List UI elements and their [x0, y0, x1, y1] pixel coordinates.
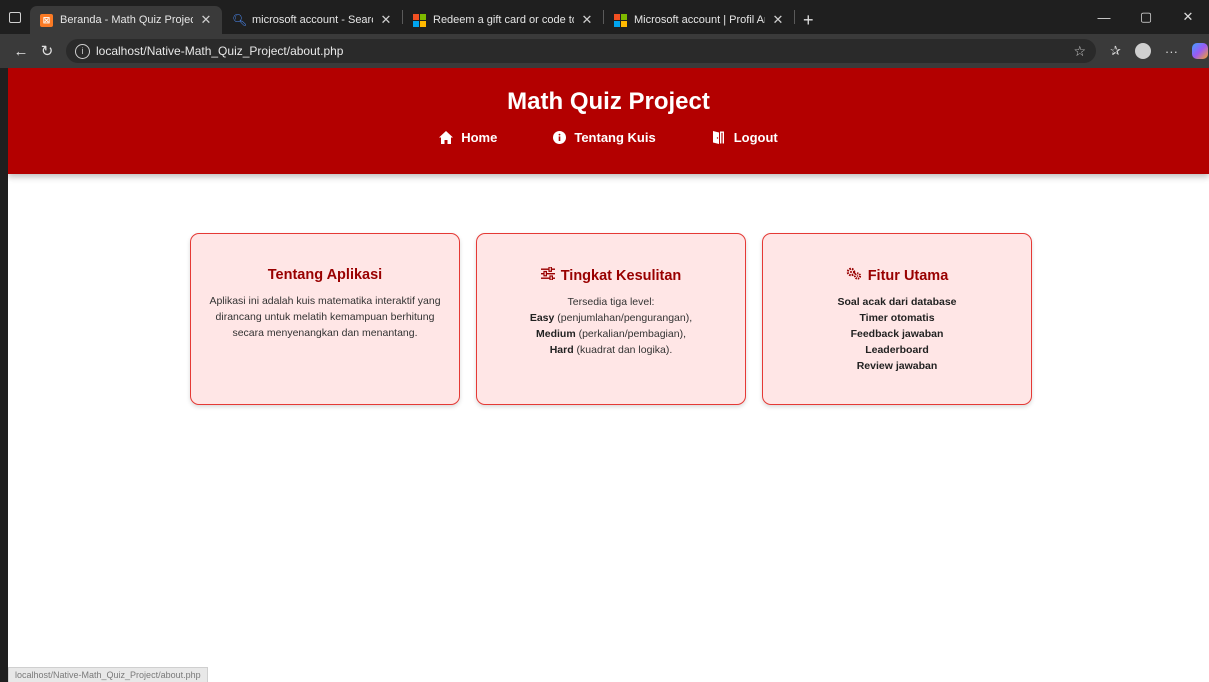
door-open-icon [712, 131, 726, 144]
card-title: Tingkat Kesulitan [477, 266, 745, 284]
nav-logout-link[interactable]: Logout [712, 130, 778, 145]
level-hard-desc: (kuadrat dan logika). [573, 344, 673, 356]
info-circle-icon [553, 131, 567, 144]
list-item: Review jawaban [856, 360, 938, 372]
search-icon: 🔍︎ [232, 13, 248, 27]
profile-avatar-icon[interactable] [1134, 43, 1151, 59]
levels-intro: Tersedia tiga level: [567, 296, 655, 308]
favorite-star-icon[interactable]: ☆ [1073, 43, 1086, 60]
link-status-bar: localhost/Native-Math_Quiz_Project/about… [8, 667, 208, 682]
close-icon[interactable]: ✕ [380, 12, 392, 28]
page-viewport: Math Quiz Project Home Tentang Kuis Logo… [8, 68, 1209, 682]
close-icon[interactable]: ✕ [581, 12, 593, 28]
card-about-app: Tentang Aplikasi Aplikasi ini adalah kui… [190, 233, 460, 405]
close-window-icon[interactable]: ✕ [1167, 0, 1209, 34]
xampp-icon: ⊠ [40, 13, 53, 27]
card-difficulty: Tingkat Kesulitan Tersedia tiga level: E… [476, 233, 746, 405]
card-text: Aplikasi ini adalah kuis matematika inte… [209, 295, 441, 339]
tab-label: Beranda - Math Quiz Project [60, 14, 193, 26]
address-bar[interactable]: i localhost/Native-Math_Quiz_Project/abo… [66, 39, 1096, 63]
nav-about-link[interactable]: Tentang Kuis [553, 130, 656, 145]
address-url: localhost/Native-Math_Quiz_Project/about… [96, 44, 344, 58]
tab-label: microsoft account - Search [252, 14, 373, 26]
new-tab-button[interactable]: + [795, 6, 822, 34]
level-medium-desc: (perkalian/pembagian), [575, 328, 686, 340]
restore-icon[interactable]: ▢ [1125, 0, 1167, 34]
site-header: Math Quiz Project Home Tentang Kuis Logo… [8, 68, 1209, 174]
level-medium: Medium [536, 328, 576, 340]
browser-tab-bar: ⊠ Beranda - Math Quiz Project ✕ 🔍︎ micro… [0, 0, 1209, 34]
nav-about-label: Tentang Kuis [574, 130, 656, 145]
window-controls: — ▢ ✕ [1083, 0, 1209, 34]
list-item: Timer otomatis [859, 312, 935, 324]
tab-microsoft-search[interactable]: 🔍︎ microsoft account - Search ✕ [222, 6, 402, 34]
favorites-icon[interactable]: ✰ [1110, 43, 1121, 59]
close-icon[interactable]: ✕ [772, 12, 784, 28]
info-cards: Tentang Aplikasi Aplikasi ini adalah kui… [190, 233, 1032, 405]
card-title-text: Tingkat Kesulitan [560, 267, 682, 284]
nav-home-label: Home [461, 130, 498, 145]
site-info-icon[interactable]: i [75, 43, 90, 59]
refresh-icon[interactable]: ↻ [34, 42, 60, 60]
tab-redeem-gift-card[interactable]: Redeem a gift card or code to yo ✕ [403, 6, 603, 34]
tab-beranda[interactable]: ⊠ Beranda - Math Quiz Project ✕ [30, 6, 222, 34]
back-arrow-icon[interactable]: ← [8, 43, 34, 60]
gears-icon [846, 267, 862, 284]
site-nav: Home Tentang Kuis Logout [8, 130, 1209, 145]
card-title: Tentang Aplikasi [191, 267, 459, 283]
tab-microsoft-account[interactable]: Microsoft account | Profil Anda ✕ [604, 6, 794, 34]
card-title-text: Tentang Aplikasi [267, 267, 383, 283]
list-item: Leaderboard [865, 344, 929, 356]
minimize-icon[interactable]: — [1083, 0, 1125, 34]
home-icon [439, 131, 454, 144]
microsoft-icon [413, 13, 426, 27]
copilot-icon[interactable] [1191, 43, 1208, 59]
card-features: Fitur Utama Soal acak dari database Time… [762, 233, 1032, 405]
card-title-text: Fitur Utama [867, 267, 949, 284]
nav-home-link[interactable]: Home [439, 130, 497, 145]
site-title: Math Quiz Project [507, 88, 710, 115]
list-item: Feedback jawaban [850, 328, 944, 340]
tab-label: Redeem a gift card or code to yo [433, 14, 574, 26]
feature-list: Soal acak dari database Timer otomatis F… [763, 294, 1031, 374]
microsoft-icon [614, 13, 627, 27]
tab-actions-icon[interactable] [0, 0, 30, 34]
nav-logout-label: Logout [733, 130, 778, 145]
sliders-icon [540, 266, 555, 284]
browser-toolbar: ← ↻ i localhost/Native-Math_Quiz_Project… [0, 34, 1209, 68]
list-item: Soal acak dari database [837, 296, 957, 308]
card-text: Tersedia tiga level: Easy (penjumlahan/p… [495, 294, 727, 358]
more-menu-icon[interactable]: ··· [1165, 44, 1178, 59]
card-title: Fitur Utama [763, 267, 1031, 284]
close-icon[interactable]: ✕ [200, 12, 212, 28]
level-easy: Easy [529, 312, 555, 324]
level-easy-desc: (penjumlahan/pengurangan), [554, 312, 693, 324]
tab-label: Microsoft account | Profil Anda [634, 14, 765, 26]
level-hard: Hard [549, 344, 574, 356]
